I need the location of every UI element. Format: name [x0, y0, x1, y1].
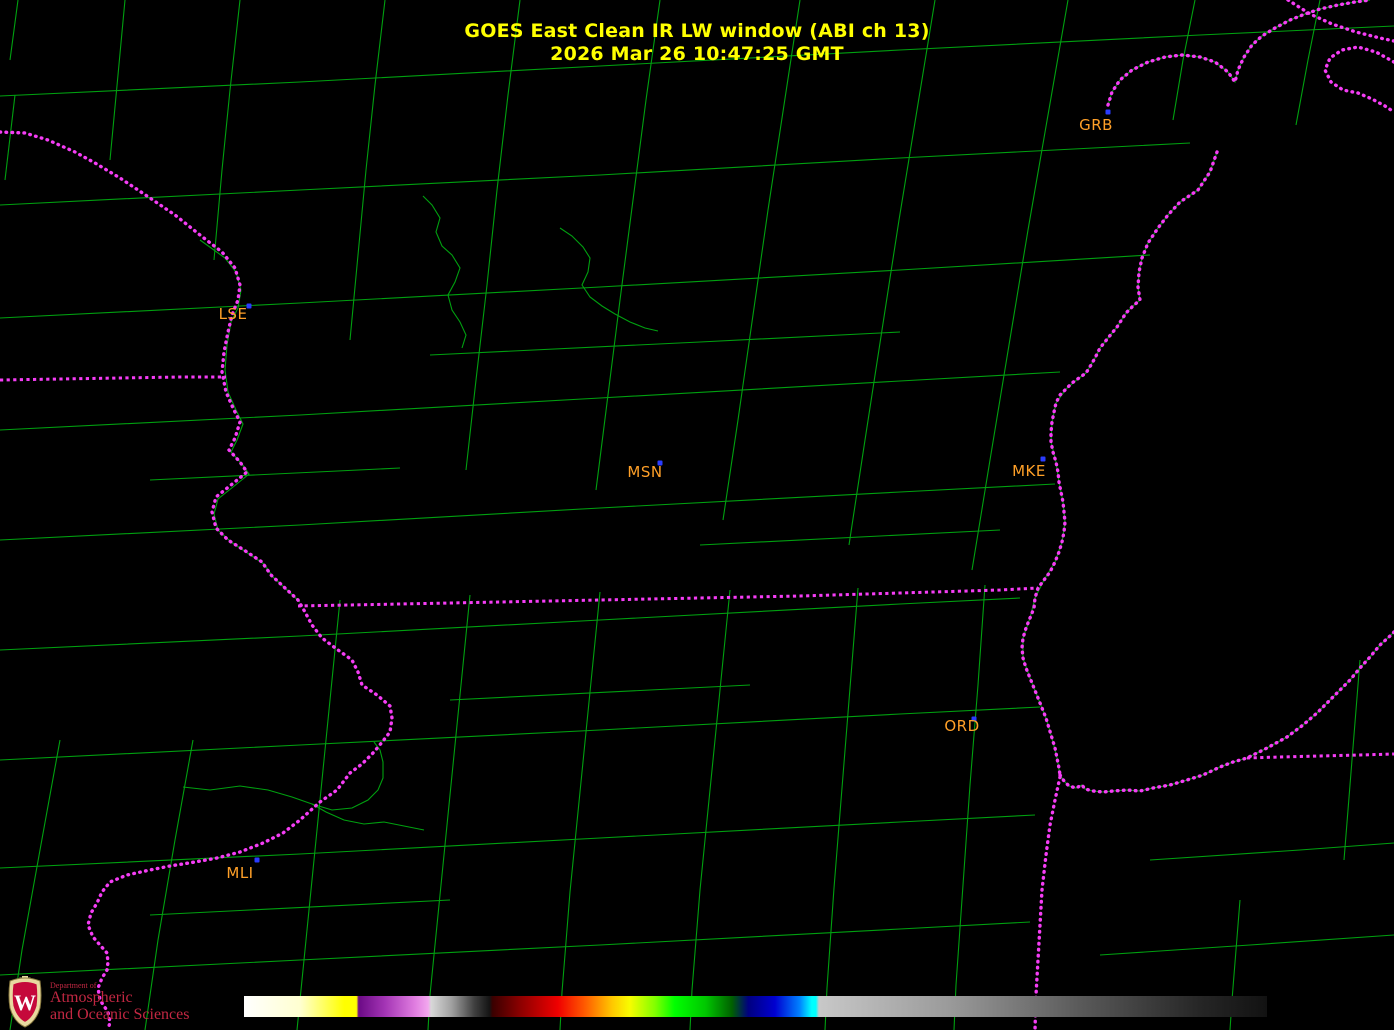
image-title: GOES East Clean IR LW window (ABI ch 13)… [0, 20, 1394, 66]
state-border-wi-il-border [297, 586, 1039, 608]
uw-crest-icon: W [8, 976, 42, 1028]
city-label-MSN: MSN [627, 463, 662, 481]
uw-aos-logo: W Department of Atmospheric and Oceanic … [8, 976, 189, 1028]
city-label-MKE: MKE [1012, 462, 1046, 480]
city-dot-MKE [1040, 456, 1046, 462]
county-line [4, 94, 16, 181]
county-line [1149, 842, 1394, 861]
river-shoreline-line [199, 239, 301, 603]
river-shoreline-line [1059, 631, 1394, 793]
county-line [0, 371, 1061, 431]
state-border-lake-michigan-west-shore [1020, 150, 1219, 777]
county-line [0, 706, 1041, 761]
title-product-line: GOES East Clean IR LW window (ABI ch 13) [464, 20, 930, 42]
city-dot-MLI [254, 857, 260, 863]
county-line [559, 591, 601, 1030]
title-timestamp-line: 2026 Mar 26 10:47:25 GMT [550, 43, 844, 65]
county-line [1099, 934, 1394, 956]
county-line [0, 814, 1036, 869]
county-line [595, 0, 661, 491]
satellite-map-image: LSE GRB MSN MKE ORD MLI [0, 0, 1394, 1030]
logo-name-line1: Atmospheric [50, 989, 133, 1007]
state-border-lake-michigan-south-east-shore [1058, 630, 1394, 794]
county-line [0, 254, 1151, 319]
county-line [824, 587, 859, 1030]
county-line [0, 142, 1191, 206]
county-line [449, 684, 751, 701]
county-line [689, 589, 731, 1030]
county-line [149, 467, 401, 481]
uw-aos-logo-text: Department of Atmospheric and Oceanic Sc… [50, 976, 189, 1024]
river-shoreline-line [559, 227, 659, 332]
county-line [722, 0, 801, 521]
river-shoreline-line [182, 741, 384, 811]
state-border-mn-ia-border [0, 375, 226, 382]
city-dot-GRB [1105, 109, 1111, 115]
goes-satellite-viewer: LSE GRB MSN MKE ORD MLI GOES East Clean IR LW… [0, 0, 1394, 1030]
county-line [427, 594, 471, 1030]
state-border-mississippi-river [0, 130, 394, 1030]
temperature-colorbar [244, 996, 1267, 1017]
svg-text:W: W [14, 990, 36, 1015]
river-shoreline-line [1022, 151, 1218, 776]
county-line [0, 483, 1056, 541]
county-line [429, 331, 901, 356]
river-shoreline-line [422, 195, 467, 349]
river-shoreline-line [311, 803, 425, 831]
city-label-LSE: LSE [219, 305, 248, 323]
county-line [1343, 659, 1361, 861]
city-label-MLI: MLI [226, 864, 253, 882]
county-line [953, 584, 986, 1030]
logo-name-line2: and Oceanic Sciences [50, 1006, 190, 1024]
city-label-ORD: ORD [944, 717, 979, 735]
county-line [149, 899, 451, 916]
state-border-il-in-border-south [1033, 775, 1062, 1030]
city-label-GRB: GRB [1079, 116, 1113, 134]
state-border-il-in-border [1246, 752, 1394, 760]
county-line [0, 597, 1021, 651]
